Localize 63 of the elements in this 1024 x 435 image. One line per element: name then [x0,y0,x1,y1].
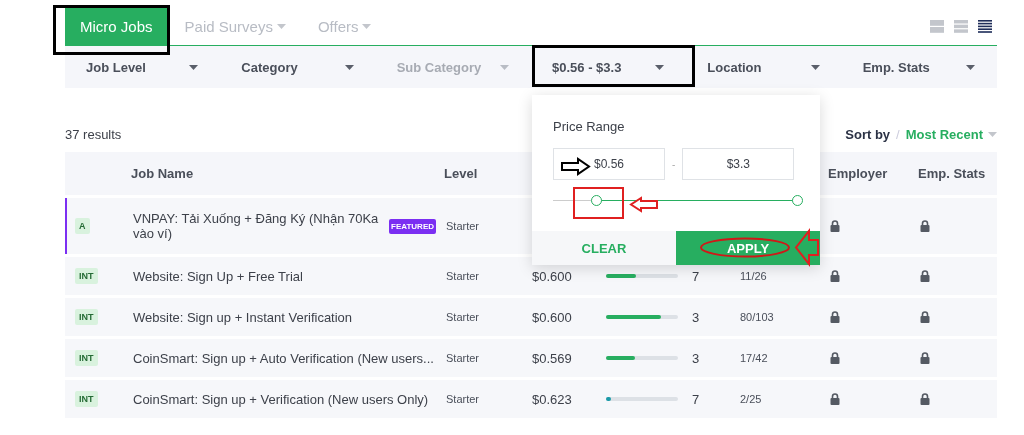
filter-dropdown[interactable]: Category [220,46,376,88]
ratio-text: 17/42 [740,352,769,364]
popup-title: Price Range [553,119,626,134]
price-text: $0.600 [532,309,573,325]
caret-icon [966,64,975,70]
slider-thumb[interactable] [591,195,603,206]
list-view-icon [954,20,968,34]
column-header: Employer [828,166,889,181]
job-name: CoinSmart: Sign up + Verification (New users Only) [133,391,429,407]
level-text: Starter [446,393,480,405]
filter-dropdown[interactable]: Job Level [65,46,221,88]
caret-icon [500,64,509,70]
count-text: 3 [692,350,701,366]
type-badge: INT [75,309,98,325]
job-name: CoinSmart: Sign up + Auto Verification (New users... [133,350,434,366]
list-view-icon [978,20,992,34]
caret-icon [344,64,354,70]
count-text: 7 [692,391,701,407]
job-row[interactable]: INT CoinSmart: Sign up + Auto Verification (New users... Starter $0.569 3 17/42 [65,339,997,377]
job-name: Website: Sign up + Instant Verification [133,309,353,325]
caret-icon [988,131,997,137]
caret-icon [810,64,820,70]
price-text: $0.600 [532,268,573,284]
job-row[interactable]: INT Website: Sign Up + Free Trial Starter $0.600 7 11/26 [65,257,997,295]
type-badge: INT [75,350,98,366]
level-text: Starter [446,352,480,364]
ratio-text: 11/26 [740,270,768,282]
filter-dropdown[interactable]: Location [686,46,842,88]
job-row[interactable]: INT Website: Sign up + Instant Verification Starter $0.600 3 80/103 [65,298,997,336]
type-badge: INT [75,391,98,407]
level-text: Starter [446,311,480,323]
level-text: Starter [446,220,480,232]
filter-dropdown[interactable]: Emp. Stats [841,46,997,88]
level-text: Starter [446,270,480,282]
pointer-arrow [561,158,590,175]
pointer-arrow [630,197,658,212]
min-price-field[interactable]: $0.56 [553,148,665,180]
job-row[interactable]: INT CoinSmart: Sign up + Verification (New users Only) Starter $0.623 7 2/25 [65,380,997,418]
max-price-field[interactable]: $3.3 [682,148,795,180]
results-count: 37 results [65,126,122,142]
job-name: Website: Sign Up + Free Trial [133,268,303,284]
separator: / [896,126,900,142]
caret-icon [189,64,199,70]
highlight-frame [573,187,624,219]
pointer-arrow [795,230,819,265]
sort-label: Sort by [845,126,891,142]
ratio-text: 2/25 [740,393,763,405]
featured-badge: FEATURED [389,218,436,234]
count-text: 3 [692,309,701,325]
column-header: Emp. Stats [918,166,987,181]
job-name: VNPAY: Tải Xuống + Đăng Ký (Nhận 70Ka vào ví) [133,211,380,241]
separator: - [672,158,676,170]
type-badge: A [75,218,90,234]
price-text: $0.623 [532,391,573,407]
count-text: 7 [692,268,701,284]
slider-thumb[interactable] [792,195,803,206]
column-header: Level [444,166,479,181]
price-text: $0.569 [532,350,573,366]
ratio-text: 80/103 [740,311,775,323]
caret-icon [655,64,665,70]
type-badge: INT [75,268,98,284]
list-view-icon [930,20,944,34]
column-header: Job Name [131,166,195,181]
